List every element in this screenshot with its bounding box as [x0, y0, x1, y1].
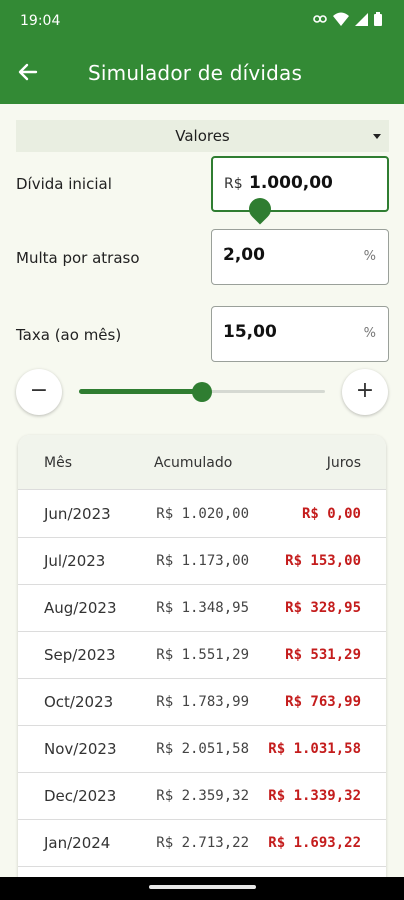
- table-row: Dec/2023 R$ 2.359,32 R$ 1.339,32: [18, 773, 386, 820]
- row-accumulated: R$ 1.551,29: [156, 647, 249, 663]
- row-interest: R$ 1.693,22: [268, 835, 361, 851]
- rate-input[interactable]: 15,00 %: [211, 306, 389, 362]
- row-interest: R$ 531,29: [285, 647, 361, 663]
- initial-debt-input[interactable]: R$ 1.000,00: [211, 156, 389, 212]
- row-month: Jul/2023: [44, 552, 106, 570]
- row-interest: R$ 0,00: [301, 506, 361, 522]
- table-header: Mês Acumulado Juros: [18, 435, 386, 490]
- rate-slider-thumb[interactable]: [192, 382, 212, 402]
- initial-debt-label: Dívida inicial: [16, 175, 112, 193]
- table-row: Oct/2023 R$ 1.783,99 R$ 763,99: [18, 679, 386, 726]
- header-accumulated: Acumulado: [154, 455, 233, 471]
- status-icons: [313, 12, 382, 26]
- row-month: Sep/2023: [44, 646, 116, 664]
- battery-icon: [374, 12, 382, 26]
- table-row: Aug/2023 R$ 1.348,95 R$ 328,95: [18, 585, 386, 632]
- row-month: Jun/2023: [44, 505, 111, 523]
- table-row: Jun/2023 R$ 1.020,00 R$ 0,00: [18, 491, 386, 538]
- row-interest: R$ 153,00: [285, 553, 361, 569]
- link-icon: [313, 15, 327, 23]
- row-interest: R$ 1.031,58: [268, 741, 361, 757]
- table-row: Nov/2023 R$ 2.051,58 R$ 1.031,58: [18, 726, 386, 773]
- late-fee-label: Multa por atraso: [16, 249, 140, 267]
- table-row: Jul/2023 R$ 1.173,00 R$ 153,00: [18, 538, 386, 585]
- rate-label: Taxa (ao mês): [16, 326, 122, 344]
- table-row: Jan/2024 R$ 2.713,22 R$ 1.693,22: [18, 820, 386, 867]
- row-accumulated: R$ 2.713,22: [156, 835, 249, 851]
- row-month: Dec/2023: [44, 787, 117, 805]
- row-month: Aug/2023: [44, 599, 117, 617]
- late-fee-input[interactable]: 2,00 %: [211, 229, 389, 285]
- row-month: Nov/2023: [44, 740, 117, 758]
- rate-value: 15,00: [223, 322, 277, 342]
- back-arrow-icon[interactable]: [16, 60, 40, 84]
- values-dropdown[interactable]: Valores: [16, 120, 389, 152]
- rate-slider-fill: [79, 389, 202, 394]
- header-interest: Juros: [326, 455, 361, 471]
- dropdown-label: Valores: [175, 127, 230, 145]
- decrease-button[interactable]: −: [16, 369, 62, 415]
- row-interest: R$ 1.339,32: [268, 788, 361, 804]
- status-time: 19:04: [20, 13, 61, 29]
- percent-suffix: %: [363, 249, 376, 264]
- table-row: Sep/2023 R$ 1.551,29 R$ 531,29: [18, 632, 386, 679]
- row-accumulated: R$ 1.173,00: [156, 553, 249, 569]
- header-month: Mês: [44, 455, 72, 471]
- row-accumulated: R$ 1.020,00: [156, 506, 249, 522]
- signal-icon: [355, 12, 368, 26]
- wifi-icon: [333, 12, 349, 26]
- status-bar: 19:04: [0, 0, 404, 40]
- navigation-bar: [0, 877, 404, 900]
- minus-icon: −: [29, 378, 49, 403]
- percent-suffix: %: [363, 326, 376, 341]
- caret-down-icon: [373, 134, 381, 139]
- row-accumulated: R$ 1.348,95: [156, 600, 249, 616]
- row-accumulated: R$ 2.051,58: [156, 741, 249, 757]
- currency-prefix: R$: [224, 176, 243, 192]
- app-bar: Simulador de dívidas: [0, 40, 404, 104]
- row-month: Oct/2023: [44, 693, 114, 711]
- row-accumulated: R$ 1.783,99: [156, 694, 249, 710]
- initial-debt-value: 1.000,00: [249, 173, 333, 193]
- row-accumulated: R$ 2.359,32: [156, 788, 249, 804]
- page-title: Simulador de dívidas: [88, 61, 303, 85]
- home-gesture-handle[interactable]: [149, 885, 256, 889]
- plus-icon: +: [355, 378, 375, 403]
- debt-table: Mês Acumulado Juros Jun/2023 R$ 1.020,00…: [18, 435, 386, 895]
- row-interest: R$ 763,99: [285, 694, 361, 710]
- row-month: Jan/2024: [44, 834, 111, 852]
- row-interest: R$ 328,95: [285, 600, 361, 616]
- increase-button[interactable]: +: [342, 369, 388, 415]
- late-fee-value: 2,00: [223, 245, 265, 265]
